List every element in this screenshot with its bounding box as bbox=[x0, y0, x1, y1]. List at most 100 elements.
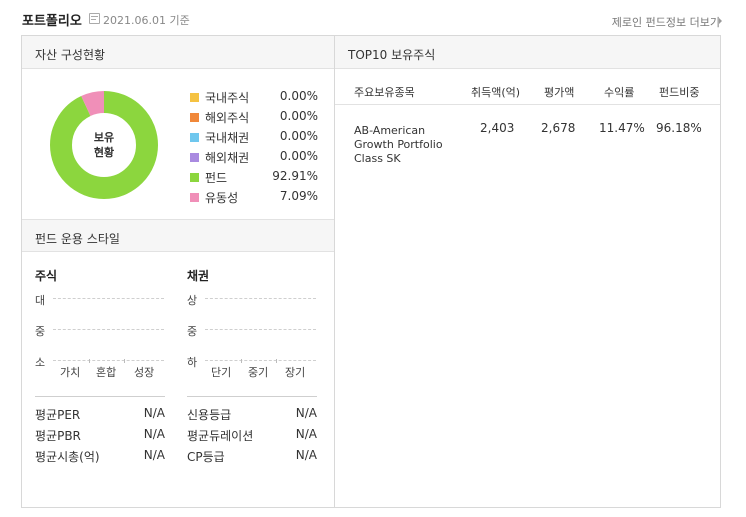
y-label: 하 bbox=[187, 356, 198, 369]
column-header-holding: 주요보유종목 bbox=[354, 86, 415, 99]
grid-line bbox=[53, 360, 164, 361]
metric-name: CP등급 bbox=[187, 450, 225, 464]
y-label: 소 bbox=[35, 356, 46, 369]
fund-style-header: 펀드 운용 스타일 bbox=[22, 219, 334, 252]
bond-row-high: 상 bbox=[187, 292, 322, 307]
legend-swatch bbox=[190, 113, 199, 122]
metric-value: N/A bbox=[143, 448, 165, 462]
left-column: 자산 구성현황 보유 현황 국내주식 0.00% 해외주식 0.00% 국내채권 bbox=[22, 36, 335, 507]
legend-item-foreign-stock: 해외주식 0.00% bbox=[188, 108, 318, 128]
bond-row-mid: 중 bbox=[187, 323, 322, 338]
metric-name: 평균PER bbox=[35, 408, 81, 422]
grid-line bbox=[53, 298, 164, 299]
metric-row: 평균시총(억) N/A bbox=[35, 448, 165, 469]
legend-item-fund: 펀드 92.91% bbox=[188, 168, 318, 188]
valuation-amount: 2,678 bbox=[541, 121, 576, 135]
bond-style-title: 채권 bbox=[187, 269, 210, 283]
x-tick bbox=[276, 359, 277, 363]
fund-weight: 96.18% bbox=[656, 121, 702, 135]
legend-name: 국내채권 bbox=[205, 131, 250, 145]
metric-value: N/A bbox=[295, 406, 317, 420]
page-title: 포트폴리오 bbox=[22, 14, 82, 29]
return-rate: 11.47% bbox=[599, 121, 645, 135]
legend-swatch bbox=[190, 153, 199, 162]
calendar-icon bbox=[89, 13, 100, 24]
legend-item-foreign-bond: 해외채권 0.00% bbox=[188, 148, 318, 168]
legend-name: 펀드 bbox=[205, 171, 228, 185]
column-header-acquisition: 취득액(억) bbox=[471, 86, 521, 99]
legend-swatch bbox=[190, 173, 199, 182]
metric-row: 평균PER N/A bbox=[35, 406, 165, 427]
legend-item-domestic-stock: 국내주식 0.00% bbox=[188, 88, 318, 108]
y-label: 중 bbox=[35, 325, 46, 338]
bond-style-box: 채권 상 중 하 단기 중기 장기 bbox=[187, 267, 322, 379]
legend-swatch bbox=[190, 193, 199, 202]
donut-label-line1: 보유 bbox=[93, 131, 115, 144]
asset-donut-chart: 보유 현황 bbox=[50, 91, 158, 199]
metric-value: N/A bbox=[295, 448, 317, 462]
more-fund-info-link[interactable]: 제로인 펀드정보 더보기 bbox=[612, 14, 720, 30]
legend-swatch bbox=[190, 93, 199, 102]
holding-name: AB-American Growth Portfolio Class SK bbox=[354, 124, 443, 165]
grid-line bbox=[205, 298, 316, 299]
table-header-divider bbox=[335, 104, 720, 105]
legend-name: 해외주식 bbox=[205, 111, 250, 125]
legend-item-liquidity: 유동성 7.09% bbox=[188, 188, 318, 208]
asset-composition-header: 자산 구성현황 bbox=[22, 36, 334, 69]
donut-center-label: 보유 현황 bbox=[50, 130, 158, 160]
legend-name: 유동성 bbox=[205, 191, 239, 205]
column-header-valuation: 평가액 bbox=[544, 86, 575, 99]
y-label: 상 bbox=[187, 294, 198, 307]
legend-value: 7.09% bbox=[279, 189, 318, 203]
x-label: 혼합 bbox=[96, 366, 117, 379]
bond-metrics: 신용등급 N/A 평균듀레이션 N/A CP등급 N/A bbox=[187, 396, 317, 469]
metric-name: 평균PBR bbox=[35, 429, 81, 443]
equity-row-large: 대 bbox=[35, 292, 170, 307]
x-label: 중기 bbox=[248, 366, 269, 379]
metric-value: N/A bbox=[295, 427, 317, 441]
legend-value: 0.00% bbox=[279, 129, 318, 143]
column-header-weight: 펀드비중 bbox=[659, 86, 700, 99]
grid-line bbox=[205, 360, 316, 361]
acquisition-amount: 2,403 bbox=[480, 121, 515, 135]
grid-line bbox=[53, 329, 164, 330]
metric-name: 평균듀레이션 bbox=[187, 429, 254, 443]
metric-name: 평균시총(억) bbox=[35, 450, 100, 464]
legend-value: 0.00% bbox=[279, 149, 318, 163]
x-tick bbox=[124, 359, 125, 363]
x-tick bbox=[89, 359, 90, 363]
base-date: 2021.06.01 기준 bbox=[103, 14, 190, 27]
metric-row: 평균PBR N/A bbox=[35, 427, 165, 448]
legend-name: 해외채권 bbox=[205, 151, 250, 165]
y-label: 대 bbox=[35, 294, 46, 307]
legend-swatch bbox=[190, 133, 199, 142]
legend-value: 0.00% bbox=[279, 89, 318, 103]
legend-name: 국내주식 bbox=[205, 91, 250, 105]
metric-name: 신용등급 bbox=[187, 408, 232, 422]
equity-row-mid: 중 bbox=[35, 323, 170, 338]
metric-value: N/A bbox=[143, 427, 165, 441]
column-header-return: 수익률 bbox=[604, 86, 635, 99]
metric-row: 평균듀레이션 N/A bbox=[187, 427, 317, 448]
legend-value: 0.00% bbox=[279, 109, 318, 123]
metric-row: 신용등급 N/A bbox=[187, 406, 317, 427]
asset-legend: 국내주식 0.00% 해외주식 0.00% 국내채권 0.00% 해외채권 0.… bbox=[188, 88, 318, 208]
x-label: 가치 bbox=[60, 366, 81, 379]
y-label: 중 bbox=[187, 325, 198, 338]
x-label: 단기 bbox=[211, 366, 232, 379]
metric-row: CP등급 N/A bbox=[187, 448, 317, 469]
x-tick bbox=[241, 359, 242, 363]
equity-style-box: 주식 대 중 소 가치 혼합 성장 bbox=[35, 267, 170, 379]
right-column: TOP10 보유주식 주요보유종목 취득액(억) 평가액 수익률 펀드비중 AB… bbox=[335, 36, 720, 507]
portfolio-header: 포트폴리오 2021.06.01 기준 제로인 펀드정보 더보기 bbox=[0, 0, 746, 36]
metric-value: N/A bbox=[143, 406, 165, 420]
legend-value: 92.91% bbox=[272, 169, 318, 183]
donut-label-line2: 현황 bbox=[93, 146, 115, 159]
top10-header: TOP10 보유주식 bbox=[335, 36, 720, 69]
equity-style-title: 주식 bbox=[35, 269, 58, 283]
grid-line bbox=[205, 329, 316, 330]
x-label: 성장 bbox=[134, 366, 155, 379]
portfolio-panel: 자산 구성현황 보유 현황 국내주식 0.00% 해외주식 0.00% 국내채권 bbox=[21, 35, 721, 508]
equity-metrics: 평균PER N/A 평균PBR N/A 평균시총(억) N/A bbox=[35, 396, 165, 469]
chevron-right-icon bbox=[719, 18, 722, 24]
